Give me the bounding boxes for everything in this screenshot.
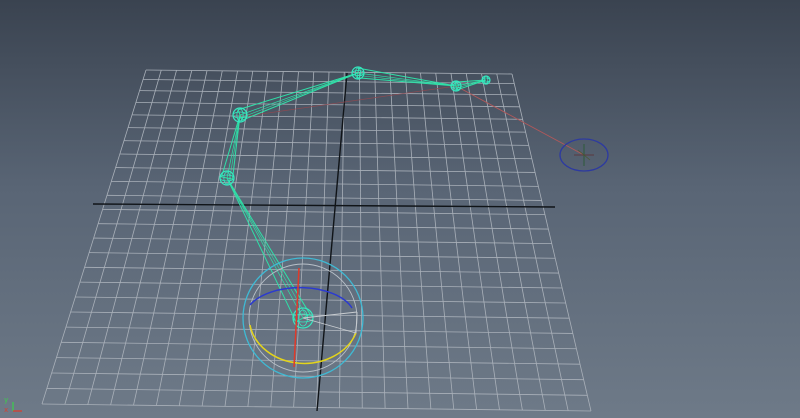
- grid-line-depth: [404, 72, 432, 409]
- grid-line-depth: [293, 71, 315, 408]
- scene-canvas[interactable]: y x: [0, 0, 800, 418]
- grid-line-depth: [224, 71, 269, 407]
- ground-grid: [41, 69, 592, 412]
- bone-4[interactable]: [356, 67, 457, 87]
- grid-line-depth: [133, 70, 208, 406]
- axis-indicator-x-label: x: [4, 406, 8, 414]
- grid-line-depth: [389, 72, 409, 409]
- grid-line-depth: [64, 70, 162, 405]
- bone-axis: [226, 177, 304, 319]
- grid-line-depth: [465, 73, 523, 411]
- rotate-manipulator-icon[interactable]: [242, 257, 364, 379]
- grid-line-depth: [201, 71, 254, 407]
- grid-line-depth: [87, 70, 177, 405]
- world-axis-z: [316, 72, 348, 412]
- grid-line-depth: [178, 70, 238, 406]
- grid-line-depth: [450, 73, 500, 410]
- grid-line-depth: [155, 70, 223, 406]
- axis-indicator-icon: y x: [4, 396, 22, 414]
- grid-line-depth: [435, 73, 478, 410]
- grid-line-depth: [359, 72, 363, 409]
- grid-line-depth: [374, 72, 386, 409]
- bone-facet: [240, 72, 359, 118]
- grid-line-depth: [481, 73, 546, 411]
- grid-line-depth: [511, 73, 592, 412]
- axis-indicator-y-label: y: [4, 396, 8, 404]
- grid-line-depth: [41, 69, 147, 405]
- grid-line-depth: [316, 71, 330, 408]
- grid-line-depth: [496, 73, 569, 411]
- grid-line-depth: [420, 72, 455, 410]
- perspective-viewport[interactable]: y x: [0, 0, 800, 418]
- grid-line-depth: [110, 70, 193, 405]
